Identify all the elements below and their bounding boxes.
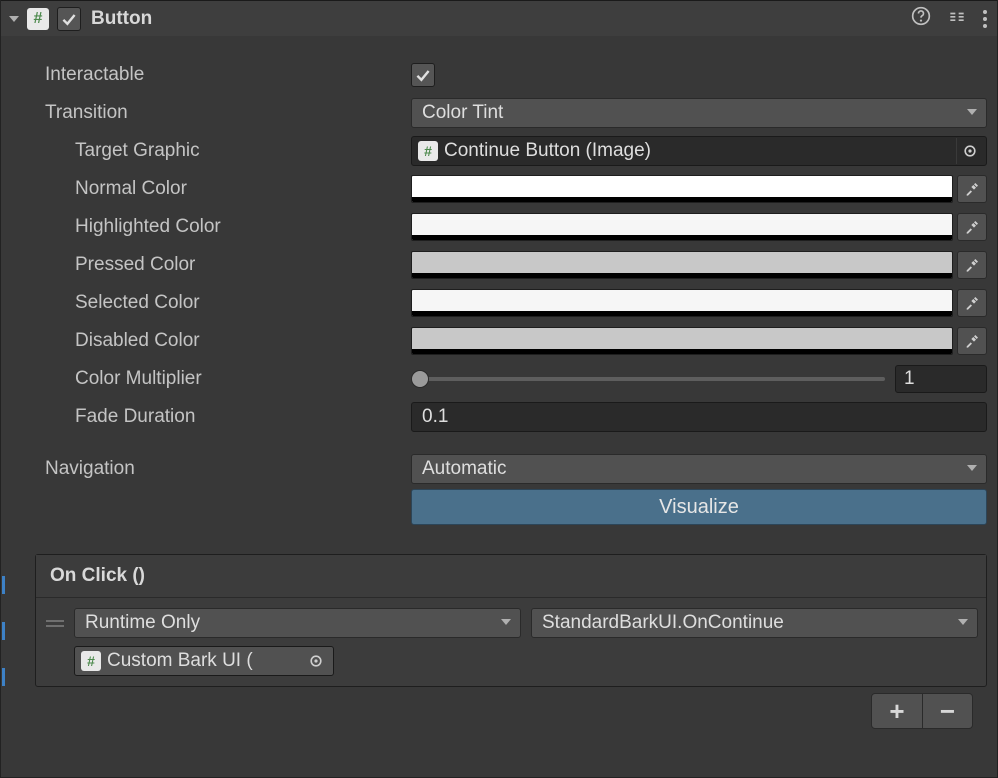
navigation-value: Automatic [422,458,506,480]
chevron-down-icon [500,612,512,634]
interactable-checkbox[interactable] [411,63,435,87]
event-target-field[interactable]: # Custom Bark UI ( [74,646,334,676]
kebab-icon[interactable] [983,10,987,28]
eyedropper-icon[interactable] [957,213,987,241]
pressed-color-field[interactable] [411,251,953,279]
script-icon: # [27,8,49,30]
event-footer: + − [1,687,997,733]
transition-dropdown[interactable]: Color Tint [411,98,987,128]
override-indicator [2,668,5,686]
target-graphic-field[interactable]: # Continue Button (Image) [411,136,987,166]
help-icon[interactable] [911,6,931,32]
method-value: StandardBarkUI.OnContinue [542,612,784,634]
foldout-toggle[interactable] [7,12,21,26]
chevron-down-icon [957,612,969,634]
fade-duration-field[interactable]: 0.1 [411,402,987,432]
pressed-color-label: Pressed Color [11,254,411,276]
selected-color-label: Selected Color [11,292,411,314]
interactable-label: Interactable [11,64,411,86]
onclick-event-block: On Click () Runtime Only StandardBarkUI.… [35,554,987,687]
eyedropper-icon[interactable] [957,289,987,317]
color-multiplier-slider[interactable] [411,377,885,381]
component-header: # Button [1,0,997,36]
enable-checkbox[interactable] [57,7,81,31]
navigation-label: Navigation [11,458,411,480]
preset-icon[interactable] [947,6,967,32]
object-picker-icon[interactable] [303,648,329,674]
eyedropper-icon[interactable] [957,327,987,355]
eyedropper-icon[interactable] [957,175,987,203]
color-multiplier-label: Color Multiplier [11,368,411,390]
highlighted-color-field[interactable] [411,213,953,241]
call-state-value: Runtime Only [85,612,200,634]
override-indicator [2,622,5,640]
remove-listener-button[interactable]: − [922,694,972,728]
selected-color-field[interactable] [411,289,953,317]
override-indicator [2,576,5,594]
highlighted-color-label: Highlighted Color [11,216,411,238]
disabled-color-label: Disabled Color [11,330,411,352]
disabled-color-field[interactable] [411,327,953,355]
normal-color-label: Normal Color [11,178,411,200]
eyedropper-icon[interactable] [957,251,987,279]
script-icon: # [81,651,101,671]
component-body: Interactable Transition Color Tint Targe… [1,36,997,536]
button-component: # Button Interactable [0,0,998,778]
normal-color-field[interactable] [411,175,953,203]
color-multiplier-value[interactable]: 1 [895,365,987,393]
call-state-dropdown[interactable]: Runtime Only [74,608,521,638]
drag-handle-icon[interactable] [44,620,64,627]
method-dropdown[interactable]: StandardBarkUI.OnContinue [531,608,978,638]
object-picker-icon[interactable] [956,138,982,164]
target-graphic-label: Target Graphic [11,140,411,162]
script-icon: # [418,141,438,161]
fade-duration-label: Fade Duration [11,406,411,428]
transition-value: Color Tint [422,102,503,124]
component-title: Button [91,8,911,30]
transition-label: Transition [11,102,411,124]
onclick-title: On Click () [36,555,986,598]
target-graphic-value: Continue Button (Image) [444,140,651,162]
visualize-button[interactable]: Visualize [411,489,987,525]
add-listener-button[interactable]: + [872,694,922,728]
event-target-value: Custom Bark UI ( [107,650,253,672]
chevron-down-icon [966,458,978,480]
chevron-down-icon [966,102,978,124]
navigation-dropdown[interactable]: Automatic [411,454,987,484]
